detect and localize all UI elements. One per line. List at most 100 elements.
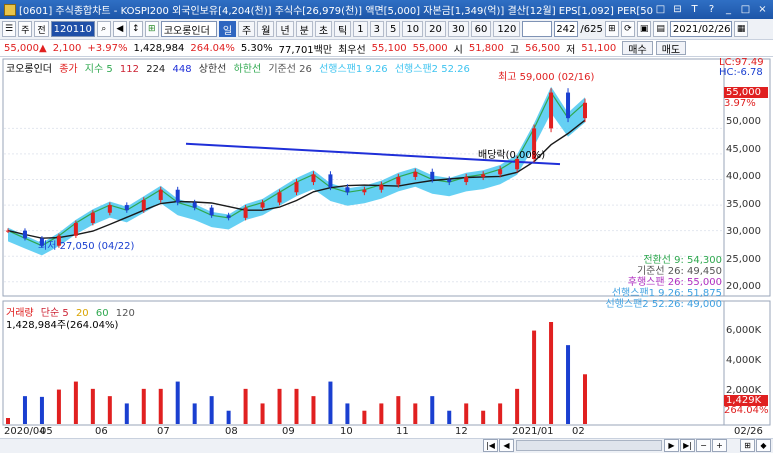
candle [277,192,282,203]
volume-bar [515,388,520,424]
prev-page-icon[interactable]: ◀ [499,439,514,452]
volume-bar [107,396,112,424]
expand-icon[interactable]: ◆ [756,439,771,452]
zoom-in-icon[interactable]: + [712,439,727,452]
legend-upper: 상한선 [198,64,227,75]
volume-bar [311,396,316,424]
volume-bar [73,381,78,424]
candle [243,207,248,218]
volume-bar [413,403,418,424]
candle [566,92,571,119]
volume-bar [566,345,571,424]
legend-vol-120: 120 [115,308,135,319]
close-icon[interactable]: × [755,3,770,17]
open-price: 51,800 [468,42,504,54]
price-tick: 25,000 [726,254,761,265]
tab-month[interactable]: 월 [257,21,275,37]
x-tick: 08 [225,426,238,437]
interval-20[interactable]: 20 [425,21,446,37]
hc-readout: HC:-6.78 [719,67,763,78]
interval-1[interactable]: 1 [353,21,368,37]
buy-button[interactable]: 매수 [622,41,653,56]
zoom-in-icon[interactable]: ⊞ [604,21,619,37]
interval-custom-input[interactable] [522,21,553,37]
last-icon[interactable]: ▶| [680,439,695,452]
stock-icon[interactable]: ⊞ [144,21,159,37]
price-tick: 30,000 [726,226,761,237]
tab-week[interactable]: 주 [238,21,256,37]
candle [6,230,10,232]
candle [549,92,554,129]
price-tick: 40,000 [726,171,761,182]
stock-name-field[interactable]: 코오롱인더 [160,21,217,37]
settings-icon[interactable]: ⊞ [740,439,755,452]
code-input[interactable]: 120110 [50,21,95,37]
maximize-icon[interactable]: □ [738,3,753,17]
search-icon[interactable]: ⌕ [96,21,111,37]
zoom-out-icon[interactable]: − [696,439,711,452]
candle [260,202,265,208]
price-tick: 20,000 [726,281,761,292]
tile-icon[interactable]: ⊟ [670,3,685,17]
refresh-icon[interactable]: ⟳ [620,21,635,37]
candle [430,171,435,180]
tab-day[interactable]: 일 [218,21,237,37]
volume-bar [175,381,180,424]
count-input[interactable]: 242 [554,21,579,37]
date-input[interactable]: 2021/02/26 [669,21,732,37]
speaker-icon[interactable]: ◀ [112,21,127,37]
volume-tick: 2,000K [726,385,762,396]
candle [209,207,214,216]
high-label: 고 [509,44,520,56]
minimize-icon[interactable]: _ [721,3,736,17]
candle [362,189,367,193]
candle [73,222,78,236]
interval-5[interactable]: 5 [386,21,401,37]
save-icon[interactable]: ▣ [636,21,652,37]
mode-select[interactable]: 주 [18,21,33,37]
price-legend: 코오롱인더 종가 지수 5 112 224 448 상한선 하한선 기준선 26… [6,60,474,75]
candle [158,189,163,200]
volume-bar [39,396,44,424]
calendar-icon[interactable]: ▦ [733,21,749,37]
help-icon[interactable]: ? [704,3,719,17]
tab-year[interactable]: 년 [276,21,294,37]
title-bar: [0601] 주식종합차트 - KOSPI200 외국인보유[4,204(천)]… [0,0,773,19]
price-panel[interactable] [2,58,725,297]
x-tick: 2021/01 [512,426,554,437]
interval-30[interactable]: 30 [447,21,469,37]
menu-icon[interactable]: ☰ [2,21,17,37]
best-ask: 55,000 [412,42,448,54]
window-title: [0601] 주식종합차트 - KOSPI200 외국인보유[4,204(천)]… [19,6,653,17]
volume-bar [209,396,214,424]
volume-bar [158,388,163,424]
font-icon[interactable]: T [687,3,702,17]
sell-button[interactable]: 매도 [655,41,687,56]
candle [413,171,418,177]
tab-minute[interactable]: 분 [295,21,313,37]
tab-tick[interactable]: 틱 [334,21,352,37]
interval-10[interactable]: 10 [402,21,424,37]
prev-icon[interactable]: ↕ [128,21,143,37]
nav-buttons: |◀ ◀ [483,439,514,452]
nav-buttons-right: ▶ ▶| − + [664,439,727,452]
candle [498,169,503,175]
best-bid: 55,100 [371,42,407,54]
chart-scrollbar[interactable] [516,440,662,451]
candle [192,202,197,208]
first-icon[interactable]: |◀ [483,439,498,452]
x-tick: 12 [455,426,468,437]
interval-3[interactable]: 3 [369,21,384,37]
price-tick: 45,000 [726,144,761,155]
last-price-tag: 55,000 [724,87,768,98]
interval-120[interactable]: 120 [493,21,521,37]
tab-second[interactable]: 초 [314,21,333,37]
interval-60[interactable]: 60 [470,21,492,37]
candle [481,174,486,177]
candle [311,174,316,183]
restore-icon[interactable]: □ [653,3,668,17]
print-icon[interactable]: ▤ [653,21,668,37]
volume-bar [532,330,537,424]
period-select[interactable]: 전 [34,21,49,37]
next-page-icon[interactable]: ▶ [664,439,679,452]
